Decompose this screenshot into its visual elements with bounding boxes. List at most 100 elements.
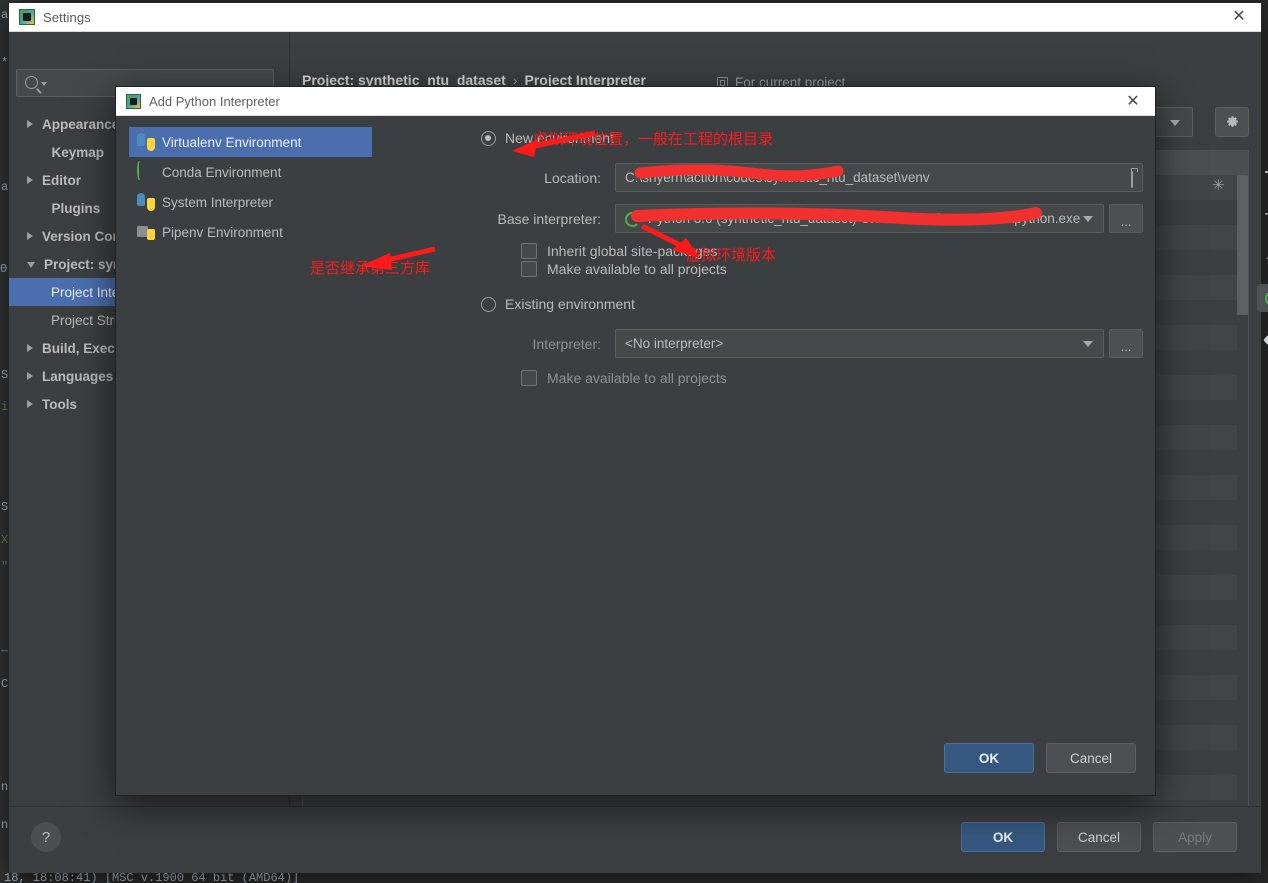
settings-window-title: Settings (43, 9, 91, 25)
bg-code-fragment: 0 (0, 262, 8, 276)
base-interpreter-label: Base interpreter: (497, 210, 602, 227)
env-type-label: System Interpreter (162, 194, 274, 210)
settings-ok-button[interactable]: OK (961, 822, 1045, 852)
env-type-label: Pipenv Environment (162, 224, 283, 240)
upgrade-arrow-icon (1266, 257, 1268, 259)
search-icon (25, 76, 38, 89)
existing-environment-radio-row[interactable]: Existing environment (481, 291, 1143, 317)
base-interpreter-value: Python 3.6 (synthetic_ntu_dataset) C:\Us… (648, 211, 1081, 226)
existing-interpreter-value: <No interpreter> (625, 336, 724, 351)
inherit-global-site-packages-row[interactable]: Inherit global site-packages (481, 243, 1143, 259)
dialog-cancel-button[interactable]: Cancel (1046, 743, 1136, 773)
chevron-down-icon (1170, 120, 1180, 126)
settings-titlebar: Settings ✕ (9, 3, 1261, 32)
make-available-all-projects-label: Make available to all projects (547, 261, 727, 277)
chevron-right-icon (27, 176, 33, 184)
base-interpreter-combo[interactable]: Python 3.6 (synthetic_ntu_dataset) C:\Us… (615, 204, 1104, 233)
existing-interpreter-row: Interpreter: <No interpreter> ... (481, 329, 1143, 358)
new-environment-radio-row[interactable]: New environment (481, 125, 1143, 151)
chevron-right-icon (27, 232, 33, 240)
settings-footer-buttons: OK Cancel Apply (961, 822, 1237, 852)
sidebar-item-label: Editor (42, 172, 81, 188)
settings-apply-button[interactable]: Apply (1153, 822, 1237, 852)
pycharm-icon (19, 9, 35, 25)
interpreter-form: New environment Location: C:\shyern\acti… (481, 125, 1143, 386)
inherit-global-site-packages-checkbox[interactable] (521, 243, 537, 259)
add-python-interpreter-dialog: Add Python Interpreter ✕ Virtualenv Envi… (115, 86, 1156, 796)
sidebar-item-label: Plugins (51, 200, 101, 216)
screen: a * a 0 S i S X " _ C n n 18, 18:08:41) … (0, 0, 1268, 883)
dialog-titlebar: Add Python Interpreter ✕ (116, 87, 1155, 116)
make-available-all-projects-row-existing[interactable]: Make available to all projects (481, 370, 1143, 386)
conda-toggle-button[interactable] (1250, 277, 1268, 319)
dialog-title: Add Python Interpreter (149, 93, 280, 109)
pipenv-icon (137, 223, 155, 241)
upgrade-package-button[interactable] (1250, 235, 1268, 277)
location-value: C:\shyern\action\codes\synthetic_ntu_dat… (625, 170, 930, 185)
existing-interpreter-combo[interactable]: <No interpreter> (615, 329, 1104, 358)
make-available-all-projects-checkbox-existing[interactable] (521, 370, 537, 386)
close-icon[interactable]: ✕ (1217, 3, 1261, 31)
dialog-footer: OK Cancel (944, 743, 1136, 773)
location-browse-button[interactable] (1131, 171, 1133, 188)
dialog-ok-button[interactable]: OK (944, 743, 1034, 773)
chevron-right-icon (27, 120, 33, 128)
make-available-all-projects-label-existing: Make available to all projects (547, 370, 727, 386)
pycharm-icon (126, 93, 141, 109)
base-interpreter-row: Base interpreter: Python 3.6 (synthetic_… (481, 204, 1143, 233)
dialog-close-icon[interactable]: ✕ (1111, 87, 1155, 115)
chevron-down-icon (27, 262, 35, 268)
sidebar-item-label: Keymap (51, 144, 105, 160)
existing-environment-label: Existing environment (505, 296, 635, 312)
virtualenv-python-icon (137, 133, 155, 151)
location-label: Location: (544, 169, 601, 186)
chevron-right-icon (27, 344, 33, 352)
inherit-global-site-packages-label: Inherit global site-packages (547, 243, 718, 259)
gear-icon (1226, 115, 1238, 127)
chevron-down-icon (1083, 341, 1093, 347)
folder-icon (1131, 171, 1133, 188)
chevron-right-icon (27, 400, 33, 408)
env-type-label: Virtualenv Environment (162, 134, 302, 150)
plus-icon (1265, 171, 1268, 173)
new-environment-radio[interactable] (481, 130, 496, 146)
interpreter-settings-button[interactable] (1215, 107, 1249, 137)
env-type-label: Conda Environment (162, 164, 282, 180)
env-type-system-interpreter[interactable]: System Interpreter (129, 187, 372, 217)
remove-package-button[interactable] (1250, 193, 1268, 235)
sidebar-item-label: Appearance (42, 116, 120, 132)
environment-type-list: Virtualenv Environment Conda Environment… (129, 127, 372, 247)
location-row: Location: C:\shyern\action\codes\synthet… (481, 163, 1143, 192)
env-type-conda[interactable]: Conda Environment (129, 157, 372, 187)
make-available-all-projects-checkbox[interactable] (521, 261, 537, 277)
existing-interpreter-browse-button[interactable]: ... (1109, 329, 1143, 358)
make-available-all-projects-row-new[interactable]: Make available to all projects (481, 261, 1143, 277)
location-input[interactable]: C:\shyern\action\codes\synthetic_ntu_dat… (615, 163, 1143, 192)
packages-scrollbar-thumb[interactable] (1237, 175, 1248, 315)
chevron-down-icon (1083, 216, 1093, 222)
conda-ring-icon (625, 211, 640, 227)
conda-ring-icon (137, 161, 141, 180)
minus-icon (1265, 213, 1268, 215)
conda-ring-icon (1264, 291, 1268, 306)
new-environment-label: New environment (505, 130, 614, 146)
add-package-button[interactable] (1250, 151, 1268, 193)
settings-footer: ? OK Cancel Apply (9, 806, 1261, 873)
python-icon (137, 193, 155, 211)
conda-ring-icon-wrap (137, 161, 155, 181)
existing-interpreter-label: Interpreter: (532, 335, 601, 352)
eye-icon (1263, 335, 1268, 345)
chevron-down-icon (41, 82, 47, 86)
dialog-body: Virtualenv Environment Conda Environment… (116, 115, 1155, 795)
env-type-virtualenv[interactable]: Virtualenv Environment (129, 127, 372, 157)
base-interpreter-browse-button[interactable]: ... (1109, 204, 1143, 233)
existing-environment-radio[interactable] (481, 296, 496, 312)
help-button[interactable]: ? (31, 822, 61, 852)
loading-spinner-icon: ✳ (1212, 177, 1225, 194)
settings-cancel-button[interactable]: Cancel (1057, 822, 1141, 852)
packages-toolbar (1250, 151, 1268, 825)
chevron-right-icon (27, 372, 33, 380)
sidebar-item-label: Tools (42, 396, 77, 412)
show-early-releases-button[interactable] (1250, 319, 1268, 361)
env-type-pipenv[interactable]: Pipenv Environment (129, 217, 372, 247)
